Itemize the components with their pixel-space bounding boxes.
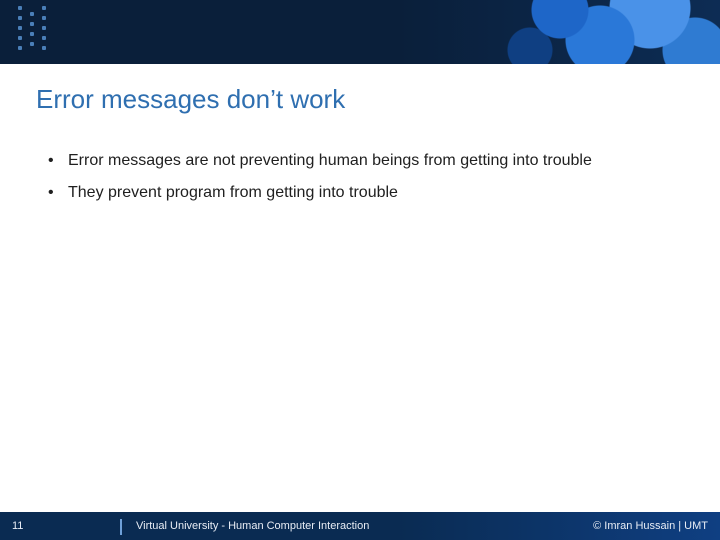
footer-divider: [120, 519, 122, 535]
decorative-dots: [30, 12, 34, 52]
bullet-item: Error messages are not preventing human …: [44, 150, 676, 172]
bullet-item: They prevent program from getting into t…: [44, 182, 676, 204]
slide: Error messages don’t work Error messages…: [0, 0, 720, 540]
footer-course: Virtual University - Human Computer Inte…: [128, 520, 369, 532]
page-number: 11: [12, 520, 23, 532]
slide-content: Error messages are not preventing human …: [44, 150, 676, 213]
footer-copyright: © Imran Hussain | UMT: [593, 520, 708, 532]
decorative-dots: [18, 6, 22, 56]
slide-title: Error messages don’t work: [36, 84, 345, 115]
header-band: [0, 0, 720, 64]
footer-bar: 11 Virtual University - Human Computer I…: [0, 512, 720, 540]
decorative-dots: [42, 6, 46, 56]
